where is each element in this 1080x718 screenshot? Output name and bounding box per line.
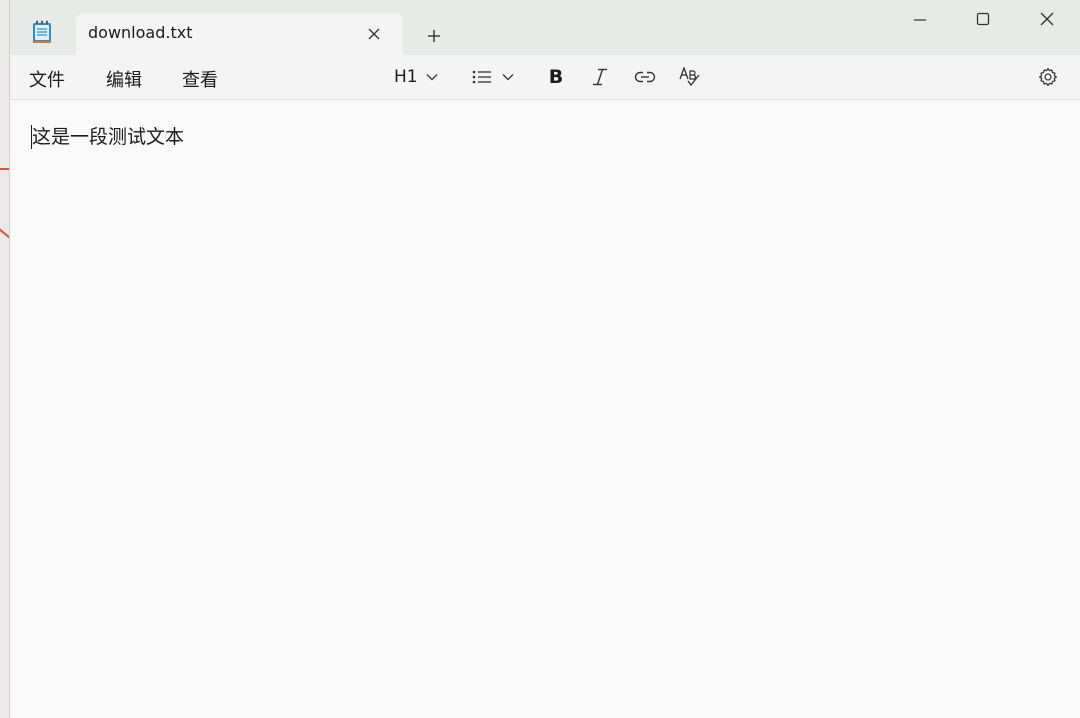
maximize-button[interactable] xyxy=(953,0,1013,38)
desktop-decoration-line xyxy=(0,168,9,170)
document-tab[interactable]: download.txt xyxy=(76,13,403,55)
tab-title: download.txt xyxy=(88,23,193,42)
desktop-decoration-line xyxy=(0,227,9,239)
bold-icon: B xyxy=(548,66,564,88)
maximize-icon xyxy=(976,12,990,26)
notepad-window: download.txt 文件 编辑 查看 H1 B 这是一段测试文本 xyxy=(9,0,1080,718)
title-bar: download.txt xyxy=(10,0,1080,55)
menu-edit[interactable]: 编辑 xyxy=(102,66,146,92)
close-icon xyxy=(1040,12,1054,26)
notepad-app-icon xyxy=(33,20,51,43)
spellcheck-icon xyxy=(679,67,700,87)
link-icon xyxy=(634,71,656,83)
chevron-down-icon xyxy=(426,74,438,81)
list-dropdown[interactable] xyxy=(472,64,514,90)
editor-content[interactable]: 这是一段测试文本 xyxy=(31,125,184,149)
close-icon xyxy=(368,28,380,40)
plus-icon xyxy=(428,30,440,42)
menu-bar: 文件 编辑 查看 H1 B xyxy=(10,55,1080,100)
chevron-down-icon xyxy=(502,74,514,81)
window-close-button[interactable] xyxy=(1017,0,1077,38)
italic-button[interactable] xyxy=(590,64,610,90)
menu-file[interactable]: 文件 xyxy=(25,66,69,92)
italic-icon xyxy=(593,68,607,86)
menu-view[interactable]: 查看 xyxy=(178,66,222,92)
minimize-icon xyxy=(914,19,926,21)
text-editor[interactable]: 这是一段测试文本 xyxy=(10,100,1080,718)
spellcheck-button[interactable] xyxy=(677,64,703,90)
bold-button[interactable]: B xyxy=(546,64,566,90)
settings-button[interactable] xyxy=(1036,64,1060,90)
link-button[interactable] xyxy=(632,64,658,90)
desktop-background xyxy=(0,0,9,718)
heading-label: H1 xyxy=(394,67,418,87)
heading-dropdown[interactable]: H1 xyxy=(394,64,438,90)
new-tab-button[interactable] xyxy=(420,22,448,50)
tab-close-button[interactable] xyxy=(362,22,386,46)
bullet-list-icon xyxy=(472,70,491,84)
gear-icon xyxy=(1038,67,1058,87)
minimize-button[interactable] xyxy=(890,0,950,38)
